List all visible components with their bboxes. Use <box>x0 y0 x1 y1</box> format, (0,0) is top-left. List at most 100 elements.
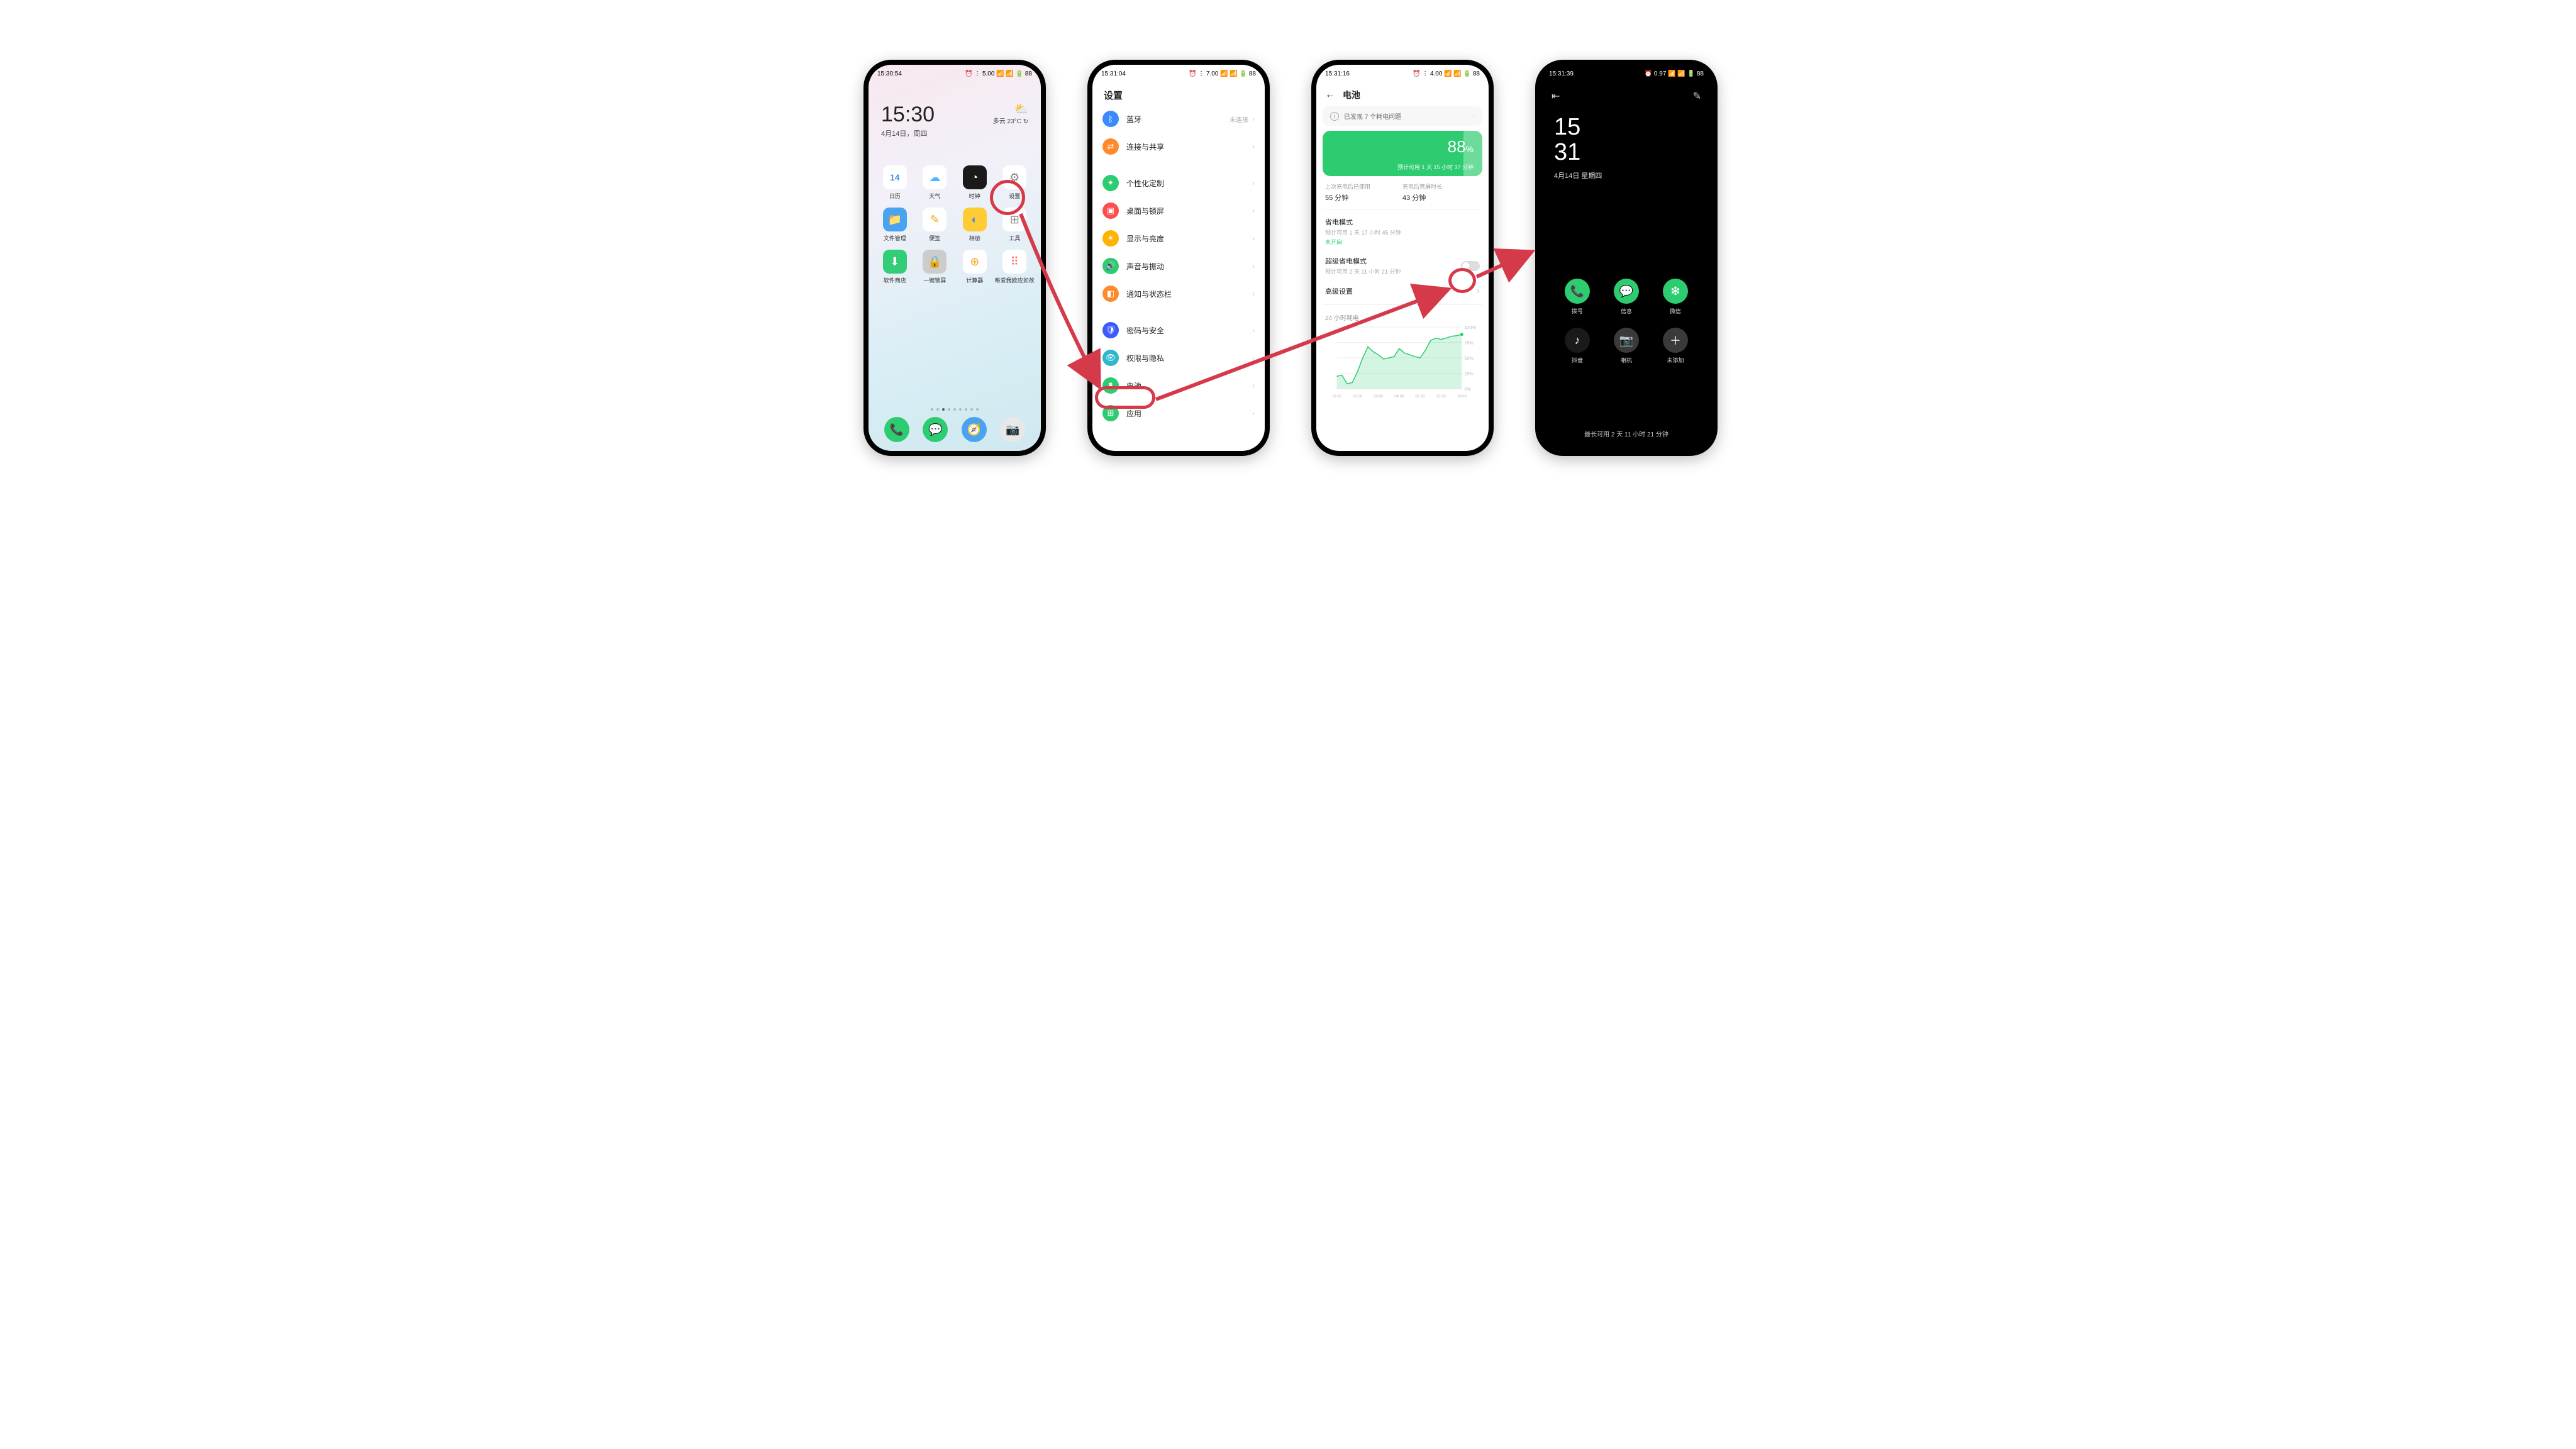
back-icon[interactable]: ← <box>1325 89 1335 101</box>
dock-app[interactable]: 🧭 <box>962 417 987 442</box>
super-save-row[interactable]: 超级省电模式 预计可用 2 天 11 小时 21 分钟 <box>1323 251 1482 280</box>
settings-icon: ᛒ <box>1102 111 1119 127</box>
settings-icon: ▣ <box>1102 203 1119 219</box>
app-时钟[interactable]: ◔时钟 <box>955 165 995 200</box>
chevron-right-icon: › <box>1252 206 1255 215</box>
dark-app-grid: 📞拨号💬信息❇微信 ♪抖音📷相机＋未添加 <box>1553 279 1700 364</box>
chevron-right-icon: › <box>1252 381 1255 390</box>
svg-text:08:00: 08:00 <box>1415 395 1425 399</box>
home-clock-widget[interactable]: 15:30 4月14日，周四 <box>881 103 935 138</box>
app-设置[interactable]: ⚙设置 <box>995 165 1035 200</box>
app-唯爱我欧应如故[interactable]: ⠿唯爱我欧应如故 <box>995 250 1035 284</box>
dark-app-相机[interactable]: 📷相机 <box>1602 328 1651 364</box>
chevron-right-icon: › <box>1252 262 1255 270</box>
power-save-sub: 预计可用 1 天 17 小时 45 分钟 <box>1325 228 1480 236</box>
svg-text:25%: 25% <box>1464 372 1474 377</box>
settings-row-显示与亮度[interactable]: ☀显示与亮度› <box>1099 225 1258 252</box>
app-icon: ⊕ <box>963 250 987 274</box>
dock-app[interactable]: 📞 <box>884 417 909 442</box>
app-icon: 📁 <box>883 208 907 231</box>
dark-top-controls: ⇤ ✎ <box>1540 90 1713 103</box>
exit-icon[interactable]: ⇤ <box>1552 90 1560 103</box>
dock-app[interactable]: 💬 <box>923 417 948 442</box>
phone-4-frame: 15:31:39 ⏰ 0.97 📶 📶 🔋 88 ⇤ ✎ 15 31 4月14日… <box>1535 60 1718 456</box>
svg-text:00:00: 00:00 <box>1374 395 1384 399</box>
dark-app-信息[interactable]: 💬信息 <box>1602 279 1651 315</box>
app-label: 设置 <box>1009 192 1020 200</box>
since-charge-value: 55 分钟 <box>1325 192 1402 203</box>
page-indicator[interactable] <box>869 408 1041 411</box>
app-相册[interactable]: ◐相册 <box>955 208 995 242</box>
app-便签[interactable]: ✎便签 <box>915 208 955 242</box>
advanced-settings-row[interactable]: 高级设置 › <box>1323 280 1482 302</box>
status-bar: 15:31:04 ⏰ ⋮ 7.00 📶 📶 🔋 88 <box>1092 65 1265 82</box>
svg-text:04:00: 04:00 <box>1394 395 1404 399</box>
power-save-status: 未开启 <box>1325 238 1480 246</box>
app-天气[interactable]: ☁天气 <box>915 165 955 200</box>
battery-stats-row: 上次充电后已使用 55 分钟 充电后亮屏时长 43 分钟 <box>1323 182 1482 203</box>
app-工具[interactable]: ⊞工具 <box>995 208 1035 242</box>
phone-1-screen: 15:30:54 ⏰ ⋮ 5.00 📶 📶 🔋 88 15:30 4月14日，周… <box>869 65 1041 451</box>
settings-list[interactable]: ᛒ蓝牙未连接›⇄连接与共享›✦个性化定制›▣桌面与锁屏›☀显示与亮度›🔊声音与振… <box>1092 105 1265 451</box>
settings-label: 权限与隐私 <box>1126 353 1252 364</box>
app-label: 唯爱我欧应如故 <box>995 276 1035 284</box>
battery-estimate: 预计可用 1 天 15 小时 37 分钟 <box>1397 163 1474 171</box>
notice-text: 已发现 7 个耗电问题 <box>1344 111 1401 121</box>
app-软件商店[interactable]: ⬇软件商店 <box>875 250 915 284</box>
settings-label: 密码与安全 <box>1126 325 1252 336</box>
phone-1-frame: 15:30:54 ⏰ ⋮ 5.00 📶 📶 🔋 88 15:30 4月14日，周… <box>863 60 1046 456</box>
settings-row-电池[interactable]: ▮电池› <box>1099 372 1258 399</box>
chevron-right-icon: › <box>1477 286 1480 297</box>
settings-row-声音与振动[interactable]: 🔊声音与振动› <box>1099 252 1258 280</box>
phone-3-frame: 15:31:16 ⏰ ⋮ 4.00 📶 📶 🔋 88 ← 电池 i 已发现 7 … <box>1311 60 1494 456</box>
settings-row-通知与状态栏[interactable]: ◧ 通知与状态栏› <box>1099 280 1258 308</box>
dark-app-icon: ＋ <box>1663 328 1688 353</box>
settings-label: 桌面与锁屏 <box>1126 206 1252 216</box>
chevron-right-icon: › <box>1252 179 1255 187</box>
chevron-right-icon: › <box>1252 234 1255 243</box>
svg-text:0%: 0% <box>1464 387 1471 392</box>
battery-header: ← 电池 <box>1325 89 1360 101</box>
dark-app-icon: ♪ <box>1565 328 1590 353</box>
settings-icon: 🔊 <box>1102 258 1119 274</box>
power-save-row[interactable]: 省电模式 预计可用 1 天 17 小时 45 分钟 未开启 <box>1323 212 1482 251</box>
home-app-grid: 14日历☁天气◔时钟⚙设置 📁文件管理✎便签◐相册⊞工具 ⬇软件商店🔒一键锁屏⊕计算… <box>875 165 1035 284</box>
status-bar: 15:31:39 ⏰ 0.97 📶 📶 🔋 88 <box>1540 65 1713 82</box>
super-save-title: 超级省电模式 <box>1325 256 1461 266</box>
dark-app-未添加[interactable]: ＋未添加 <box>1651 328 1700 364</box>
dark-app-icon: 💬 <box>1614 279 1639 304</box>
settings-icon: ◧ <box>1102 286 1119 302</box>
settings-icon: ⊞ <box>1102 405 1119 421</box>
app-文件管理[interactable]: 📁文件管理 <box>875 208 915 242</box>
app-一键锁屏[interactable]: 🔒一键锁屏 <box>915 250 955 284</box>
chevron-right-icon: › <box>1252 289 1255 298</box>
settings-row-权限与隐私[interactable]: 👁权限与隐私› <box>1099 344 1258 372</box>
app-计算器[interactable]: ⊕计算器 <box>955 250 995 284</box>
edit-icon[interactable]: ✎ <box>1693 90 1701 103</box>
settings-row-个性化定制[interactable]: ✦个性化定制› <box>1099 169 1258 197</box>
super-save-toggle[interactable] <box>1461 261 1480 271</box>
settings-row-应用[interactable]: ⊞应用› <box>1099 399 1258 427</box>
battery-notice[interactable]: i 已发现 7 个耗电问题 › <box>1323 106 1482 126</box>
home-weather-widget[interactable]: ⛅ 多云 23°C ↻ <box>993 103 1028 125</box>
settings-row-连接与共享[interactable]: ⇄连接与共享› <box>1099 133 1258 160</box>
dock-app[interactable]: 📷 <box>1000 417 1025 442</box>
dark-app-抖音[interactable]: ♪抖音 <box>1553 328 1602 364</box>
settings-row-密码与安全[interactable]: 🛡密码与安全› <box>1099 316 1258 344</box>
settings-label: 通知与状态栏 <box>1126 289 1252 299</box>
home-dock: 📞 💬 🧭 📷 <box>877 417 1032 442</box>
chart-title: 24 小时耗电 <box>1323 308 1482 325</box>
power-save-title: 省电模式 <box>1325 217 1480 227</box>
status-icons: ⏰ 0.97 📶 📶 🔋 88 <box>1645 70 1704 77</box>
since-charge-label: 上次充电后已使用 <box>1325 182 1402 191</box>
status-time: 15:31:04 <box>1101 70 1126 77</box>
settings-row-桌面与锁屏[interactable]: ▣ 桌面与锁屏› <box>1099 197 1258 225</box>
app-icon: ◔ <box>963 165 987 189</box>
dark-app-拨号[interactable]: 📞拨号 <box>1553 279 1602 315</box>
dark-clock-m: 31 <box>1554 140 1602 165</box>
battery-card[interactable]: 88% 预计可用 1 天 15 小时 37 分钟 <box>1323 131 1482 176</box>
dark-app-微信[interactable]: ❇微信 <box>1651 279 1700 315</box>
app-日历[interactable]: 14日历 <box>875 165 915 200</box>
settings-icon: ▮ <box>1102 377 1119 394</box>
settings-row-蓝牙[interactable]: ᛒ蓝牙未连接› <box>1099 105 1258 133</box>
